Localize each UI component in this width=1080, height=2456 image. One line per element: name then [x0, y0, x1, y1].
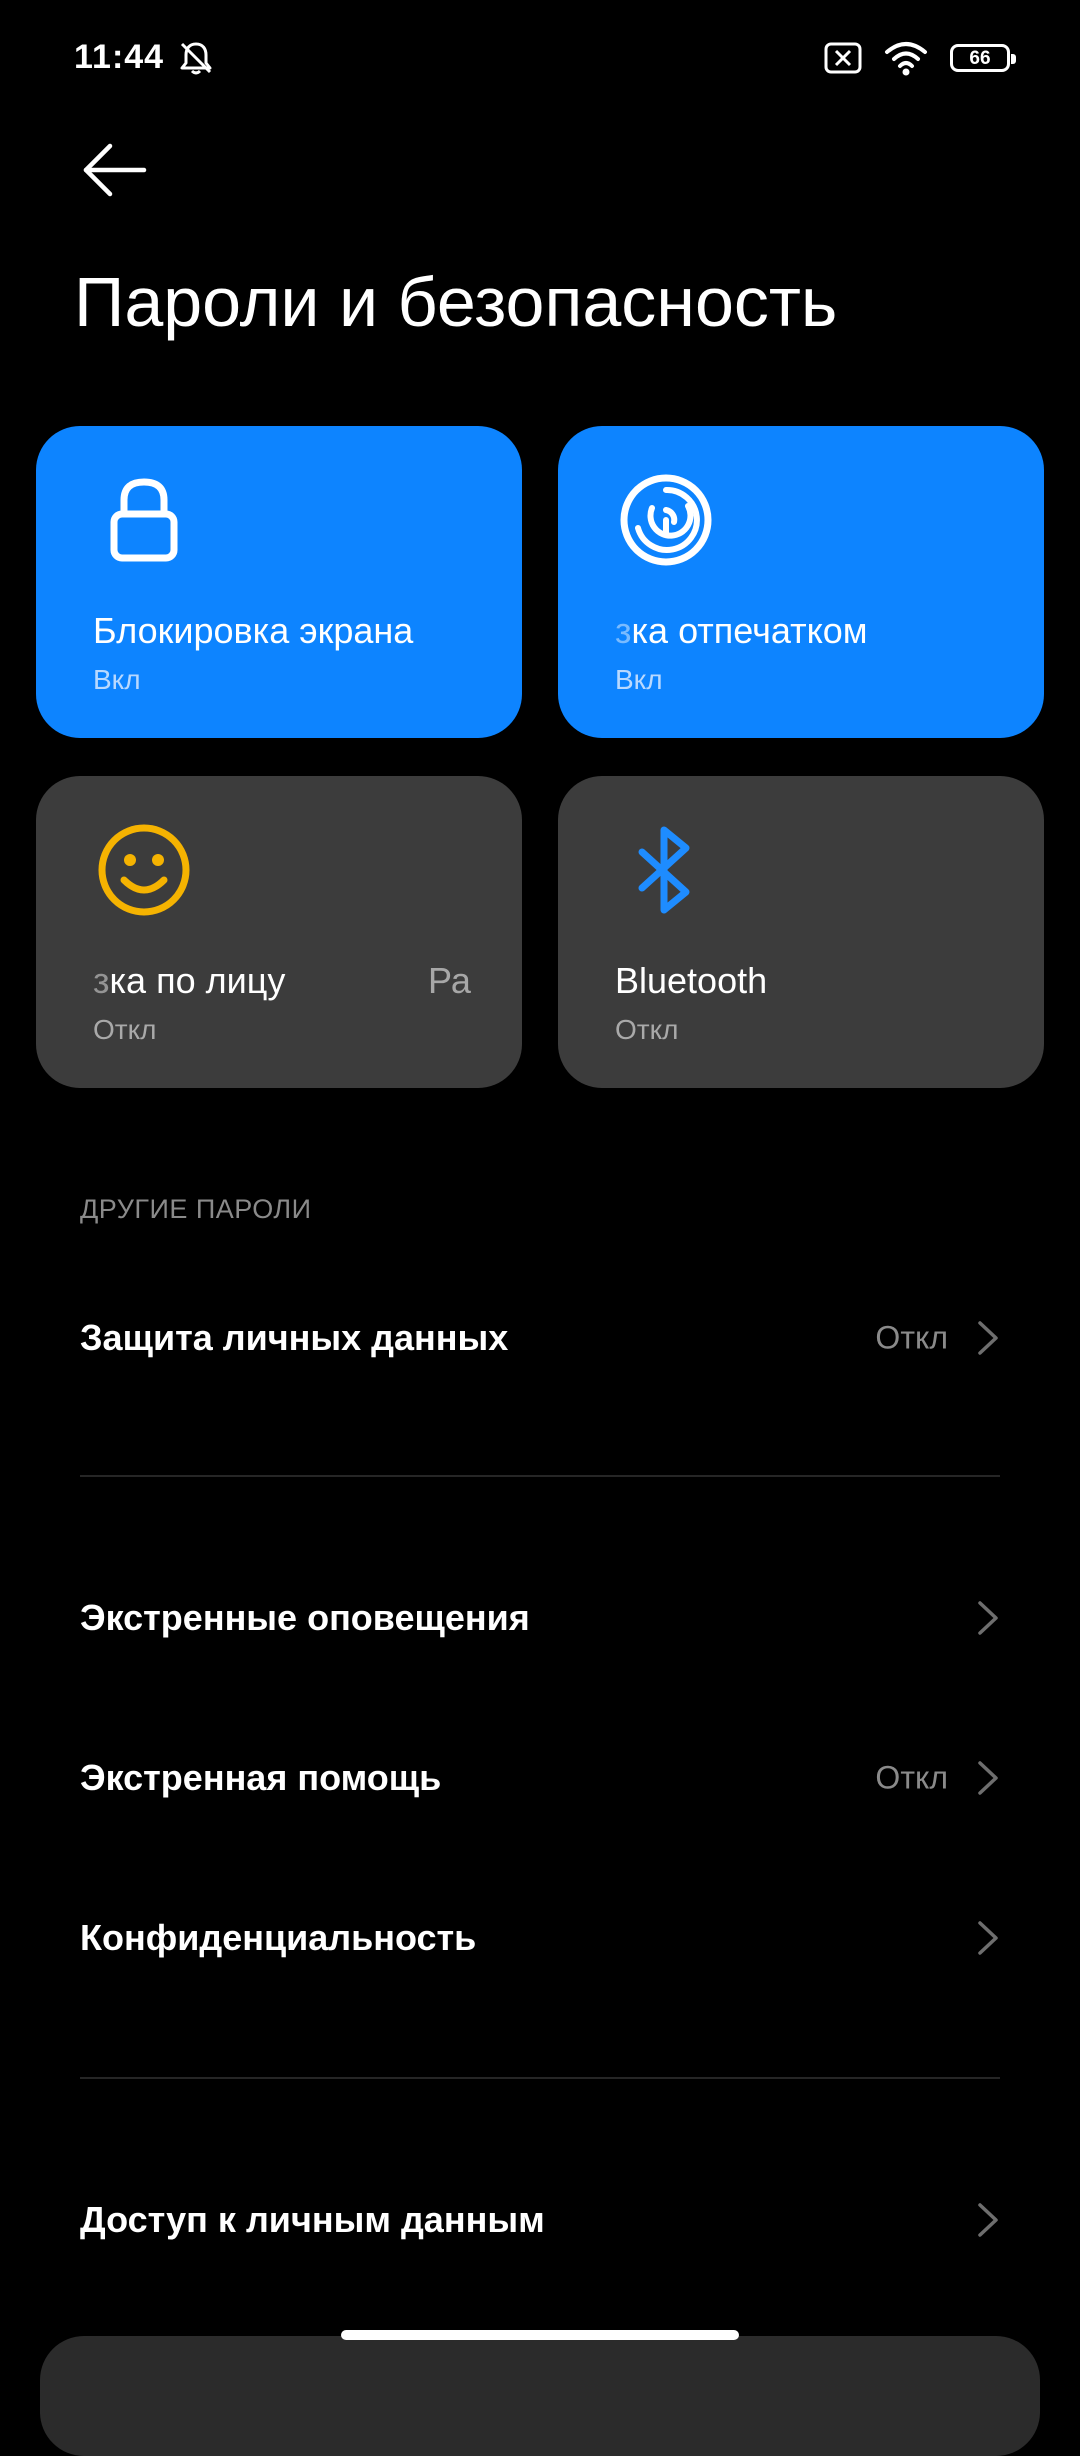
divider [80, 1475, 1000, 1477]
status-bar: 11:44 66 [0, 0, 1080, 120]
tile-label: Bluetooth [615, 960, 768, 1001]
tile-fingerprint[interactable]: зка отпечатком Вкл [558, 426, 1044, 738]
tile-status: Вкл [93, 664, 141, 695]
bottom-card [40, 2336, 1040, 2456]
row-label: Конфиденциальность [80, 1917, 477, 1958]
row-label: Доступ к личным данным [80, 2199, 545, 2240]
status-icons: 66 [824, 36, 1016, 80]
tile-label-text: ка отпечатком [631, 610, 868, 651]
lock-icon [110, 478, 178, 562]
sim-no-service-icon [824, 42, 862, 74]
row-privacy[interactable]: Конфиденциальность [80, 1888, 1000, 1988]
row-value: Откл [875, 1759, 948, 1796]
tile-label: Блокировка экрана [93, 610, 414, 651]
row-label: Экстренные оповещения [80, 1597, 530, 1638]
tile-bluetooth[interactable]: Bluetooth Откл [558, 776, 1044, 1088]
smiley-face-icon [98, 824, 190, 916]
battery-icon: 66 [950, 44, 1016, 72]
tile-label-extra: Ра [428, 960, 471, 1001]
bluetooth-icon [638, 826, 690, 914]
row-privacy-protection[interactable]: Защита личных данных Откл [80, 1288, 1000, 1388]
tile-status: Откл [615, 1014, 679, 1045]
row-emergency-sos[interactable]: Экстренная помощь Откл [80, 1728, 1000, 1828]
battery-level: 66 [969, 47, 991, 69]
row-value: Откл [875, 1319, 948, 1356]
row-personal-data-access[interactable]: Доступ к личным данным [80, 2170, 1000, 2270]
section-header: ДРУГИЕ ПАРОЛИ [80, 1194, 312, 1224]
page-title: Пароли и безопасность [74, 263, 838, 341]
home-indicator[interactable] [341, 2330, 739, 2340]
tile-screen-lock[interactable]: Блокировка экрана Вкл [36, 426, 522, 738]
wifi-icon [885, 42, 927, 76]
tile-face-unlock[interactable]: зка по лицу Ра Откл [36, 776, 522, 1088]
tile-label-faded: з [93, 960, 110, 1001]
tile-label: зка по лицу [93, 960, 285, 1002]
tile-status: Вкл [615, 664, 663, 695]
row-label: Защита личных данных [80, 1317, 509, 1358]
divider [80, 2077, 1000, 2079]
chevron-right-icon [978, 1321, 998, 1355]
tile-label-faded: з [615, 610, 632, 651]
bell-off-icon [180, 42, 212, 75]
row-emergency-alerts[interactable]: Экстренные оповещения [80, 1568, 1000, 1668]
chevron-right-icon [978, 1921, 998, 1955]
chevron-right-icon [978, 1601, 998, 1635]
arrow-left-icon[interactable] [80, 140, 150, 200]
chevron-right-icon [978, 2203, 998, 2237]
chevron-right-icon [978, 1761, 998, 1795]
status-time: 11:44 [74, 38, 165, 76]
tile-label-text: ка по лицу [109, 960, 286, 1001]
tile-status: Откл [93, 1014, 157, 1045]
tile-label: зка отпечатком [615, 610, 868, 652]
row-label: Экстренная помощь [80, 1757, 442, 1798]
fingerprint-icon [620, 474, 712, 566]
